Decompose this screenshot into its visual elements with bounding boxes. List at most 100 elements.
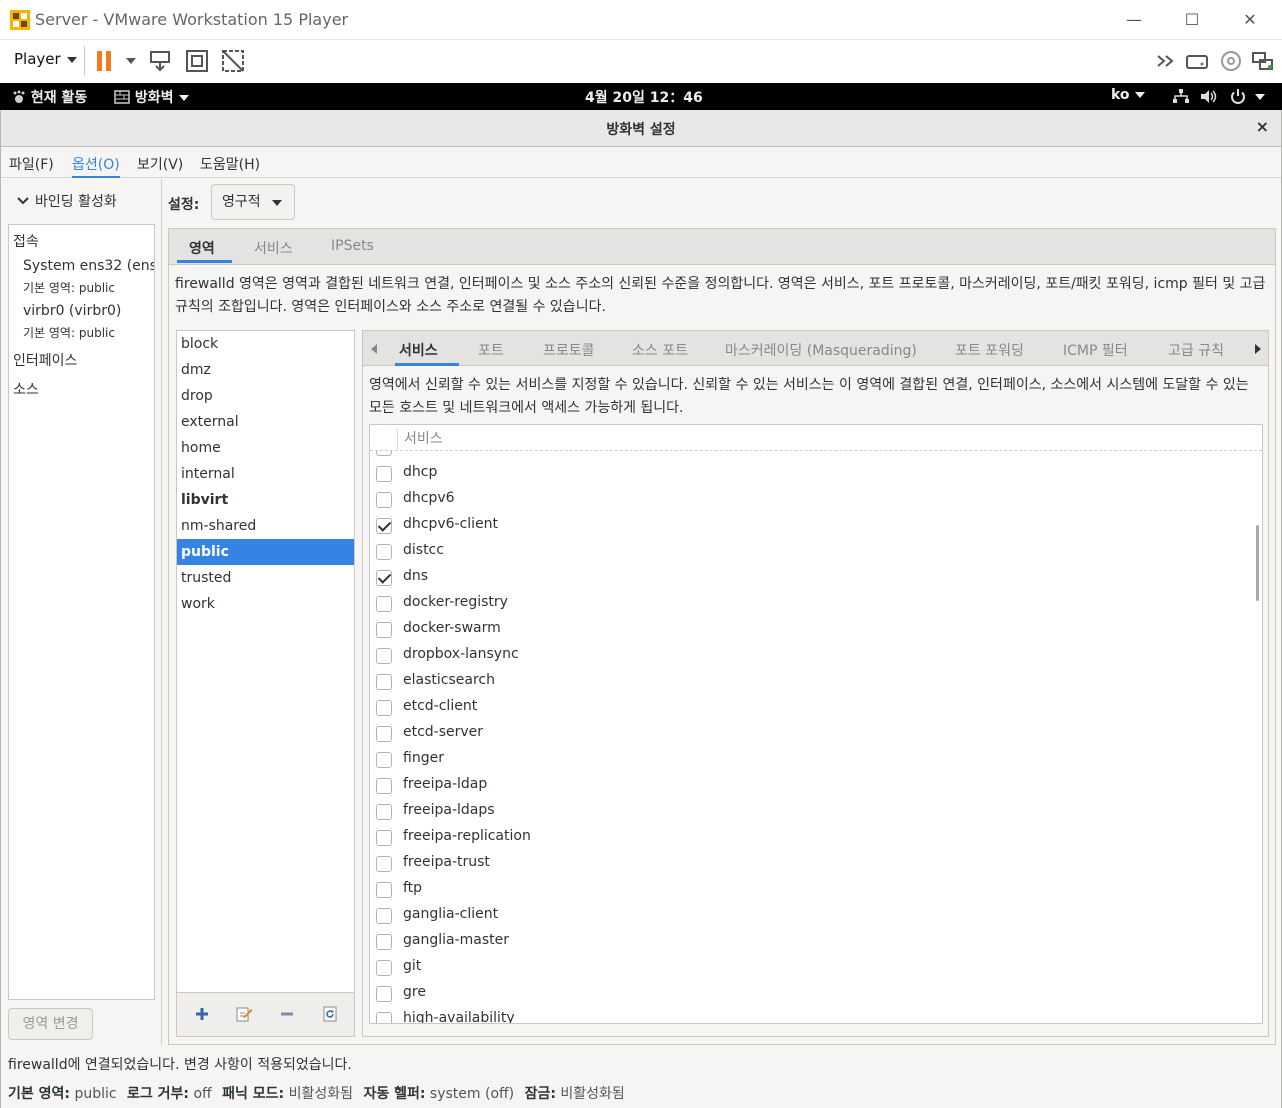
player-menu-button[interactable]: Player bbox=[14, 50, 77, 68]
service-checkbox[interactable] bbox=[376, 726, 392, 742]
service-row[interactable]: freeipa-trust bbox=[370, 851, 1262, 877]
hard-disk-icon[interactable] bbox=[1184, 48, 1210, 74]
unity-icon[interactable] bbox=[220, 48, 246, 74]
service-row[interactable]: dhcpv6-client bbox=[370, 513, 1262, 539]
subtab-icmp-filter[interactable]: ICMP 필터 bbox=[1063, 340, 1128, 360]
service-checkbox[interactable] bbox=[376, 674, 392, 690]
app-menu[interactable]: 방화벽 bbox=[114, 87, 189, 107]
pause-dropdown-icon[interactable] bbox=[120, 48, 146, 74]
zone-item[interactable]: nm-shared bbox=[177, 513, 354, 539]
service-row[interactable]: dhcp bbox=[370, 461, 1262, 487]
zone-item[interactable]: external bbox=[177, 409, 354, 435]
more-icon[interactable] bbox=[1154, 48, 1180, 74]
service-row[interactable]: dns bbox=[370, 565, 1262, 591]
service-checkbox[interactable] bbox=[376, 622, 392, 638]
zone-item[interactable]: dmz bbox=[177, 357, 354, 383]
service-row[interactable]: etcd-server bbox=[370, 721, 1262, 747]
minimize-button[interactable]: — bbox=[1114, 6, 1154, 34]
tab-ipsets[interactable]: IPSets bbox=[331, 238, 374, 254]
interfaces-header[interactable]: 인터페이스 bbox=[13, 350, 77, 370]
service-checkbox[interactable] bbox=[376, 492, 392, 508]
service-checkbox[interactable] bbox=[376, 544, 392, 560]
subtab-services[interactable]: 서비스 bbox=[399, 340, 438, 360]
change-zone-button[interactable]: 영역 변경 bbox=[8, 1008, 93, 1040]
tab-zones[interactable]: 영역 bbox=[189, 238, 215, 258]
subtab-rich-rules[interactable]: 고급 규칙 bbox=[1168, 340, 1224, 360]
service-checkbox[interactable] bbox=[376, 778, 392, 794]
service-row[interactable]: elasticsearch bbox=[370, 669, 1262, 695]
service-row[interactable]: distcc bbox=[370, 539, 1262, 565]
volume-icon[interactable] bbox=[1201, 89, 1217, 104]
subtab-ports[interactable]: 포트 bbox=[478, 340, 504, 360]
service-checkbox[interactable] bbox=[376, 908, 392, 924]
load-defaults-icon[interactable] bbox=[321, 1005, 339, 1023]
service-checkbox[interactable] bbox=[376, 882, 392, 898]
binding-toggle[interactable]: 바인딩 활성화 bbox=[17, 191, 117, 211]
service-row[interactable]: dropbox-lansync bbox=[370, 643, 1262, 669]
maximize-button[interactable]: ☐ bbox=[1172, 6, 1212, 34]
service-checkbox[interactable] bbox=[376, 466, 392, 482]
fullscreen-icon[interactable] bbox=[184, 48, 210, 74]
network-adapter-icon[interactable] bbox=[1250, 48, 1276, 74]
service-row[interactable]: ganglia-client bbox=[370, 903, 1262, 929]
activities-button[interactable]: 현재 활동 bbox=[12, 87, 87, 107]
zone-item[interactable]: home bbox=[177, 435, 354, 461]
services-scrollbar[interactable] bbox=[1256, 525, 1259, 601]
zone-item[interactable]: trusted bbox=[177, 565, 354, 591]
cd-rom-icon[interactable] bbox=[1218, 48, 1244, 74]
zone-item[interactable]: block bbox=[177, 331, 354, 357]
service-checkbox[interactable] bbox=[376, 830, 392, 846]
service-row[interactable]: freeipa-ldaps bbox=[370, 799, 1262, 825]
service-row[interactable]: etcd-client bbox=[370, 695, 1262, 721]
zone-item-selected[interactable]: public bbox=[177, 539, 354, 565]
add-zone-icon[interactable] bbox=[193, 1005, 211, 1023]
service-row[interactable]: high-availability bbox=[370, 1007, 1262, 1023]
service-checkbox[interactable] bbox=[376, 518, 392, 534]
services-column-header[interactable]: 서비스 bbox=[370, 425, 1262, 451]
service-checkbox[interactable] bbox=[376, 596, 392, 612]
service-checkbox[interactable] bbox=[376, 570, 392, 586]
service-row[interactable]: docker-registry bbox=[370, 591, 1262, 617]
service-checkbox[interactable] bbox=[376, 960, 392, 976]
service-checkbox[interactable] bbox=[376, 700, 392, 716]
scroll-left-icon[interactable] bbox=[371, 344, 377, 354]
app-close-button[interactable]: × bbox=[1256, 117, 1269, 136]
service-row[interactable]: git bbox=[370, 955, 1262, 981]
subtab-protocols[interactable]: 프로토콜 bbox=[543, 340, 595, 360]
service-row[interactable]: docker-swarm bbox=[370, 617, 1262, 643]
zone-item[interactable]: work bbox=[177, 591, 354, 617]
tab-services[interactable]: 서비스 bbox=[254, 238, 293, 258]
service-row[interactable]: freeipa-ldap bbox=[370, 773, 1262, 799]
service-row[interactable]: dhcpv6 bbox=[370, 487, 1262, 513]
connection-item[interactable]: virbr0 (virbr0) bbox=[23, 303, 121, 319]
edit-zone-icon[interactable] bbox=[235, 1005, 253, 1023]
service-checkbox[interactable] bbox=[376, 986, 392, 1002]
service-checkbox[interactable] bbox=[376, 648, 392, 664]
clock[interactable]: 4월 20일 12：46 bbox=[585, 87, 703, 107]
scroll-right-icon[interactable] bbox=[1255, 344, 1261, 354]
service-checkbox[interactable] bbox=[376, 752, 392, 768]
zone-item[interactable]: internal bbox=[177, 461, 354, 487]
connection-item[interactable]: System ens32 (ens32) bbox=[23, 258, 154, 274]
zone-item[interactable]: drop bbox=[177, 383, 354, 409]
system-menu-chevron-icon[interactable] bbox=[1255, 94, 1265, 100]
sources-header[interactable]: 소스 bbox=[13, 379, 39, 399]
subtab-port-forwarding[interactable]: 포트 포워딩 bbox=[955, 340, 1024, 360]
service-checkbox[interactable] bbox=[376, 856, 392, 872]
service-row[interactable]: ganglia-master bbox=[370, 929, 1262, 955]
subtab-masquerading[interactable]: 마스커레이딩 (Masquerading) bbox=[725, 340, 917, 360]
input-language[interactable]: ko bbox=[1111, 87, 1145, 103]
service-checkbox[interactable] bbox=[376, 934, 392, 950]
remove-zone-icon[interactable] bbox=[278, 1005, 296, 1023]
configuration-dropdown[interactable]: 영구적 bbox=[211, 184, 295, 220]
close-button[interactable]: ✕ bbox=[1230, 6, 1270, 34]
power-icon[interactable] bbox=[1230, 89, 1246, 104]
menu-file[interactable]: 파일(F) bbox=[9, 154, 54, 174]
service-checkbox[interactable] bbox=[376, 804, 392, 820]
pause-icon[interactable] bbox=[92, 48, 118, 74]
service-row[interactable]: freeipa-replication bbox=[370, 825, 1262, 851]
zone-item[interactable]: libvirt bbox=[177, 487, 354, 513]
service-checkbox[interactable] bbox=[376, 1012, 392, 1023]
service-row[interactable]: finger bbox=[370, 747, 1262, 773]
subtab-source-ports[interactable]: 소스 포트 bbox=[632, 340, 688, 360]
